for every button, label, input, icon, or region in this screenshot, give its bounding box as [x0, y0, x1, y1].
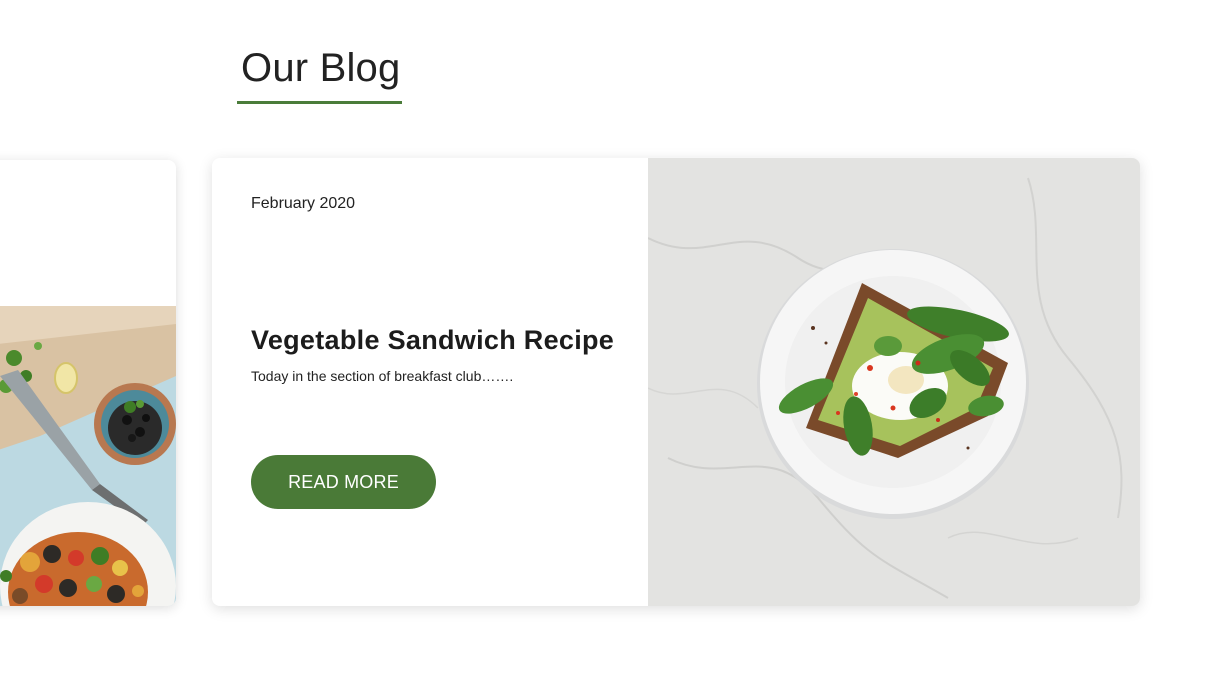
blog-card[interactable]: February 2020 Vegetable Sandwich Recipe … — [212, 158, 1140, 606]
blog-section: Our Blog February 2020 Vegetable Sandwic… — [0, 0, 1209, 688]
previous-blog-card[interactable] — [0, 160, 176, 606]
read-more-button[interactable]: READ MORE — [251, 455, 436, 509]
post-title[interactable]: Vegetable Sandwich Recipe — [251, 325, 614, 356]
post-excerpt: Today in the section of breakfast club……… — [251, 368, 514, 384]
avocado-toast-plate-photo-icon — [648, 158, 1140, 606]
title-underline — [237, 101, 402, 104]
section-title: Our Blog — [241, 46, 401, 90]
blog-card-content: February 2020 Vegetable Sandwich Recipe … — [212, 158, 648, 606]
post-date: February 2020 — [251, 195, 356, 212]
food-bowl-photo-icon — [0, 306, 176, 606]
